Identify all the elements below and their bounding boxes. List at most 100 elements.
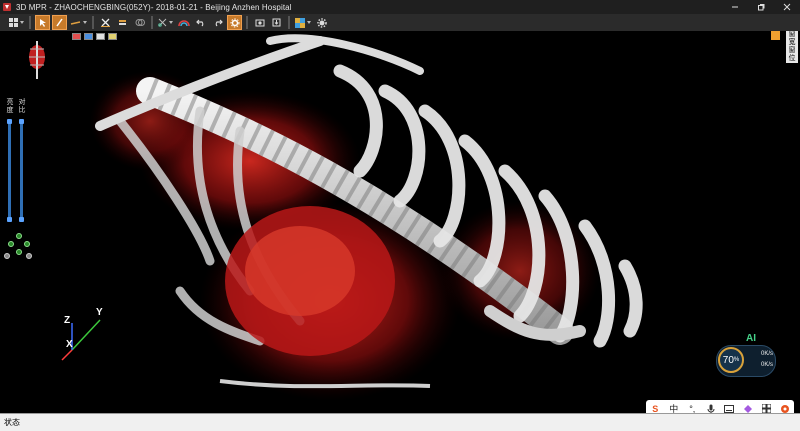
separator (92, 16, 94, 29)
ime-mode-toggle[interactable]: 中 (667, 402, 681, 413)
rotate-up-button[interactable] (16, 233, 22, 239)
rotate-left-button[interactable] (8, 241, 14, 247)
brightness-label: 亮度 (6, 99, 14, 114)
minimize-button[interactable] (722, 0, 748, 14)
separator (246, 16, 248, 29)
chevron-down-icon[interactable] (169, 21, 173, 24)
usage-gauge: 70% (718, 347, 744, 373)
text-annotation-button[interactable] (115, 15, 130, 30)
mascot-icon[interactable] (778, 402, 792, 414)
usage-percent: 70 (722, 354, 734, 366)
axis-z-label: Z (64, 315, 71, 326)
skin-icon[interactable] (741, 402, 755, 414)
select-pointer-icon (40, 19, 46, 27)
upload-speed: 0K/s (760, 351, 773, 357)
rotation-pad (4, 233, 34, 263)
redo-icon (215, 19, 223, 27)
color-palette-button[interactable] (294, 15, 312, 30)
microphone-icon[interactable] (704, 402, 718, 413)
layout-button[interactable] (8, 15, 25, 30)
contrast-label: 对比 (18, 99, 26, 114)
contrast-slider-handle[interactable] (19, 119, 24, 124)
separator (288, 16, 290, 29)
brightness-slider[interactable] (8, 121, 11, 221)
scissors-cut-icon (158, 18, 167, 27)
chevron-down-icon[interactable] (307, 21, 311, 24)
color-palette-icon (295, 17, 305, 28)
sogou-logo-icon[interactable]: S (648, 402, 662, 414)
preferences-button[interactable] (314, 15, 329, 30)
delete-annotation-icon (101, 18, 110, 27)
undo-button[interactable] (193, 15, 208, 30)
contrast-slider[interactable] (20, 121, 23, 221)
usage-percent-unit: % (733, 357, 740, 363)
ai-label: AI (746, 333, 756, 344)
separator (29, 16, 31, 29)
swatch-yellow[interactable] (108, 33, 117, 40)
toolbox-grid-icon[interactable] (759, 402, 773, 413)
rotate-down-button[interactable] (16, 249, 22, 255)
pen-tool-button[interactable] (52, 15, 67, 30)
app-logo-icon (3, 3, 11, 11)
render-viewport[interactable]: 亮度 对比 窗宽窗位 Y Z X AI 70% 0K/s 0K/s S 中 °, (0, 31, 800, 413)
color-swatches (72, 33, 117, 40)
line-measure-icon (70, 21, 81, 25)
swatch-red[interactable] (72, 33, 81, 40)
minimize-icon (732, 6, 738, 8)
toolbar (0, 14, 800, 32)
delete-annotation-button[interactable] (98, 15, 113, 30)
swatch-white[interactable] (96, 33, 105, 40)
export-button[interactable] (269, 15, 284, 30)
brightness-slider-end (7, 217, 12, 222)
rotate-right-button[interactable] (24, 241, 30, 247)
punctuation-icon[interactable]: °, (685, 402, 699, 414)
separator (151, 16, 153, 29)
status-bar: 状态 (0, 413, 800, 431)
window-title: 3D MPR - ZHAOCHENGBING(052Y)- 2018-01-21… (16, 2, 292, 12)
settings-gear-icon (230, 18, 239, 27)
screenshot-button[interactable] (252, 15, 267, 30)
download-speed: 0K/s (760, 362, 773, 368)
settings-button[interactable] (227, 15, 242, 30)
volume-rendering-image[interactable] (0, 31, 800, 413)
screenshot-camera-icon (255, 19, 264, 27)
axes-lines (61, 319, 101, 361)
axis-x-label: X (66, 339, 73, 350)
preferences-icon (316, 17, 327, 28)
title-bar: 3D MPR - ZHAOCHENGBING(052Y)- 2018-01-21… (0, 0, 800, 14)
contrast-slider-end (19, 217, 24, 222)
zoom-button[interactable] (26, 253, 32, 259)
window-level-tab[interactable]: 窗宽窗位 (786, 31, 798, 63)
close-button[interactable] (774, 0, 800, 14)
text-annotation-icon (119, 20, 126, 25)
layout-grid-icon (9, 18, 18, 27)
redo-button[interactable] (210, 15, 225, 30)
reset-view-button[interactable] (4, 253, 10, 259)
undo-icon (195, 19, 203, 27)
status-text: 状态 (4, 418, 20, 427)
cut-tool-button[interactable] (157, 15, 174, 30)
keyboard-icon[interactable] (722, 402, 736, 414)
eraser-button[interactable] (132, 15, 147, 30)
pen-tool-icon (56, 18, 63, 27)
chevron-down-icon[interactable] (20, 21, 24, 24)
swatch-blue[interactable] (84, 33, 93, 40)
ime-toolbar: S 中 °, (646, 400, 794, 413)
chevron-down-icon[interactable] (83, 21, 87, 24)
network-speed-widget[interactable]: 70% 0K/s 0K/s (716, 345, 776, 377)
restore-button[interactable] (748, 0, 774, 14)
eraser-icon (135, 19, 145, 26)
color-map-button[interactable] (176, 15, 191, 30)
line-measure-button[interactable] (69, 15, 88, 30)
brightness-slider-handle[interactable] (7, 119, 12, 124)
close-icon (783, 3, 791, 11)
layer-toggle[interactable] (771, 31, 780, 40)
color-rainbow-icon (177, 20, 190, 27)
pointer-tool-button[interactable] (35, 15, 50, 30)
adjustment-sliders: 亮度 对比 (4, 99, 34, 229)
anatomy-thumbnail[interactable] (22, 37, 52, 83)
export-icon (272, 18, 281, 27)
orientation-axes: Y Z X (52, 305, 112, 365)
restore-icon (758, 4, 765, 11)
axis-y-label: Y (96, 307, 103, 318)
